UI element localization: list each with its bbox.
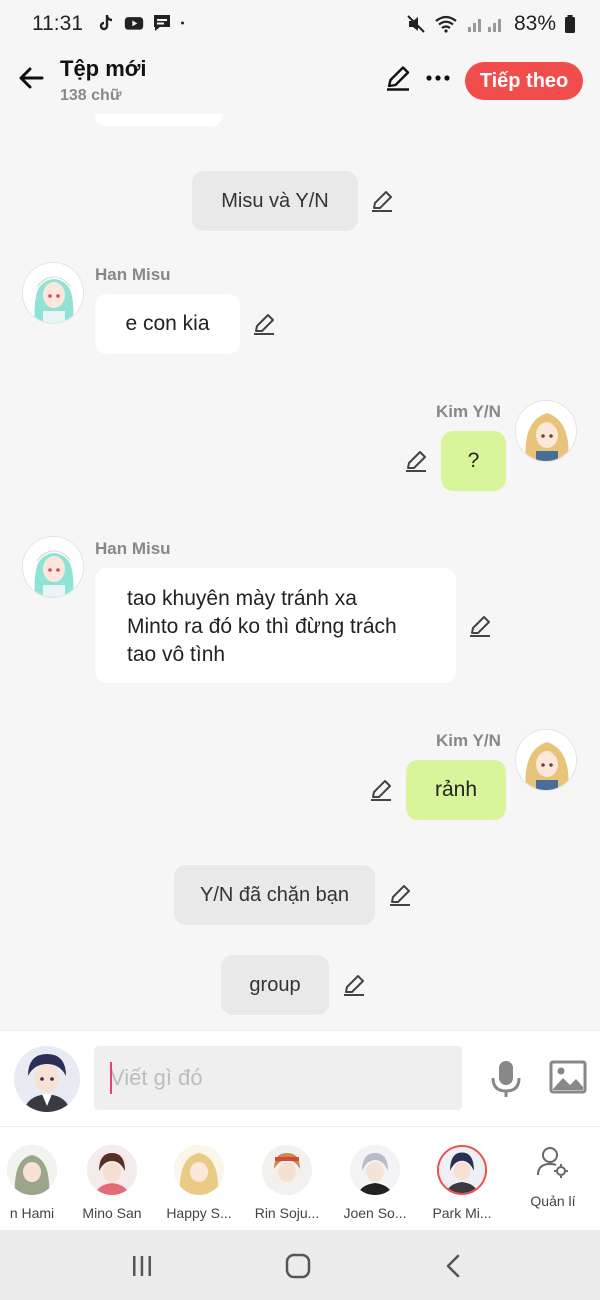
back-nav-icon[interactable] bbox=[440, 1252, 468, 1280]
narration-bubble[interactable]: Y/N đã chặn bạn bbox=[174, 865, 375, 925]
image-icon[interactable] bbox=[549, 1059, 587, 1095]
message-bubble-partial[interactable] bbox=[95, 114, 222, 126]
mute-icon bbox=[407, 15, 425, 33]
character-avatar bbox=[87, 1145, 137, 1195]
han-misu-avatar-icon bbox=[23, 263, 83, 323]
narration-bubble[interactable]: Misu và Y/N bbox=[192, 171, 358, 231]
sender-name: Han Misu bbox=[95, 265, 171, 284]
han-misu-avatar-icon bbox=[23, 537, 83, 597]
edit-message-icon[interactable] bbox=[369, 778, 393, 802]
edit-message-icon[interactable] bbox=[370, 189, 394, 213]
edit-message-icon[interactable] bbox=[252, 312, 276, 336]
mino-avatar-icon bbox=[87, 1145, 137, 1195]
kim-yn-avatar-icon bbox=[516, 401, 576, 461]
character-name: n Hami bbox=[9, 1205, 55, 1221]
home-icon[interactable] bbox=[284, 1252, 312, 1280]
manage-label: Quản lí bbox=[530, 1193, 576, 1209]
more-options-icon[interactable] bbox=[424, 64, 452, 92]
text-cursor bbox=[110, 1062, 112, 1094]
character-item[interactable]: n Hami bbox=[0, 1127, 76, 1231]
battery-icon bbox=[565, 15, 575, 33]
word-count: 138 chữ bbox=[60, 87, 122, 104]
edit-message-icon[interactable] bbox=[468, 614, 492, 638]
character-avatar bbox=[350, 1145, 400, 1195]
park-avatar-icon bbox=[14, 1046, 80, 1112]
app-header: Tệp mới 138 chữ Tiếp theo bbox=[0, 50, 600, 114]
kim-yn-avatar-icon bbox=[516, 730, 576, 790]
character-name: Rin Soju... bbox=[254, 1205, 320, 1221]
message-line: tao khuyên mày tránh xa bbox=[127, 587, 357, 610]
sender-name: Kim Y/N bbox=[436, 402, 501, 421]
system-indicators: 83% bbox=[406, 12, 576, 36]
message-line: Minto ra đó ko thì đừng trách bbox=[127, 615, 397, 638]
avatar-kim-yn[interactable] bbox=[515, 400, 577, 462]
wifi-icon bbox=[435, 15, 457, 33]
battery-percent: 83% bbox=[513, 12, 556, 35]
dot-icon bbox=[181, 21, 184, 25]
message-line: tao vô tình bbox=[127, 643, 226, 666]
avatar-han-misu[interactable] bbox=[22, 262, 84, 324]
character-avatar bbox=[262, 1145, 312, 1195]
sender-name: Kim Y/N bbox=[436, 731, 501, 750]
character-item[interactable]: Joen So... bbox=[331, 1127, 419, 1231]
edit-message-icon[interactable] bbox=[404, 449, 428, 473]
page-title: Tệp mới bbox=[60, 56, 147, 81]
tiktok-icon bbox=[99, 15, 113, 31]
character-name: Joen So... bbox=[343, 1205, 407, 1221]
character-name: Happy S... bbox=[166, 1205, 232, 1221]
character-name: Mino San bbox=[82, 1205, 142, 1221]
edit-message-icon[interactable] bbox=[342, 973, 366, 997]
joen-avatar-icon bbox=[350, 1145, 400, 1195]
manage-user-icon bbox=[537, 1147, 568, 1178]
character-avatar bbox=[437, 1145, 487, 1195]
current-speaker-avatar[interactable] bbox=[14, 1046, 80, 1112]
message-composer bbox=[0, 1030, 600, 1126]
character-selector: n Hami Mino San Happy S... Rin Soju... J… bbox=[0, 1126, 600, 1230]
character-avatar bbox=[174, 1145, 224, 1195]
back-arrow-icon[interactable] bbox=[16, 62, 48, 94]
status-bar: 11:31 83% bbox=[0, 0, 600, 50]
character-item[interactable]: Happy S... bbox=[155, 1127, 243, 1231]
chat-area[interactable]: Misu và Y/N Han Misu e con kia Kim Y/N ?… bbox=[0, 114, 600, 1030]
recent-apps-icon[interactable] bbox=[128, 1252, 156, 1280]
manage-characters-button[interactable]: Quản lí bbox=[522, 1127, 584, 1231]
microphone-icon[interactable] bbox=[488, 1059, 524, 1099]
narration-bubble[interactable]: group bbox=[221, 955, 329, 1015]
youtube-icon bbox=[124, 17, 144, 30]
outgoing-message-bubble[interactable]: rảnh bbox=[406, 760, 506, 820]
avatar-kim-yn[interactable] bbox=[515, 729, 577, 791]
incoming-message-bubble[interactable]: tao khuyên mày tránh xa Minto ra đó ko t… bbox=[95, 568, 456, 683]
status-time: 11:31 bbox=[32, 12, 83, 35]
next-button[interactable]: Tiếp theo bbox=[465, 62, 583, 100]
hami-avatar-icon bbox=[7, 1145, 57, 1195]
message-input[interactable] bbox=[94, 1046, 462, 1110]
edit-title-icon[interactable] bbox=[384, 64, 412, 92]
system-navigation-bar bbox=[0, 1230, 600, 1300]
rin-avatar-icon bbox=[262, 1145, 312, 1195]
avatar-han-misu[interactable] bbox=[22, 536, 84, 598]
character-name: Park Mi... bbox=[432, 1205, 492, 1221]
sender-name: Han Misu bbox=[95, 539, 171, 558]
character-item[interactable]: Mino San bbox=[68, 1127, 156, 1231]
character-item[interactable]: Rin Soju... bbox=[243, 1127, 331, 1231]
park-avatar-icon bbox=[439, 1147, 485, 1193]
outgoing-message-bubble[interactable]: ? bbox=[441, 431, 506, 491]
happy-avatar-icon bbox=[174, 1145, 224, 1195]
edit-message-icon[interactable] bbox=[388, 883, 412, 907]
character-item-selected[interactable]: Park Mi... bbox=[418, 1127, 506, 1231]
character-avatar bbox=[7, 1145, 57, 1195]
notification-icons bbox=[96, 13, 190, 33]
incoming-message-bubble[interactable]: e con kia bbox=[95, 294, 240, 354]
signal-icon bbox=[467, 19, 501, 32]
message-icon bbox=[154, 15, 170, 31]
